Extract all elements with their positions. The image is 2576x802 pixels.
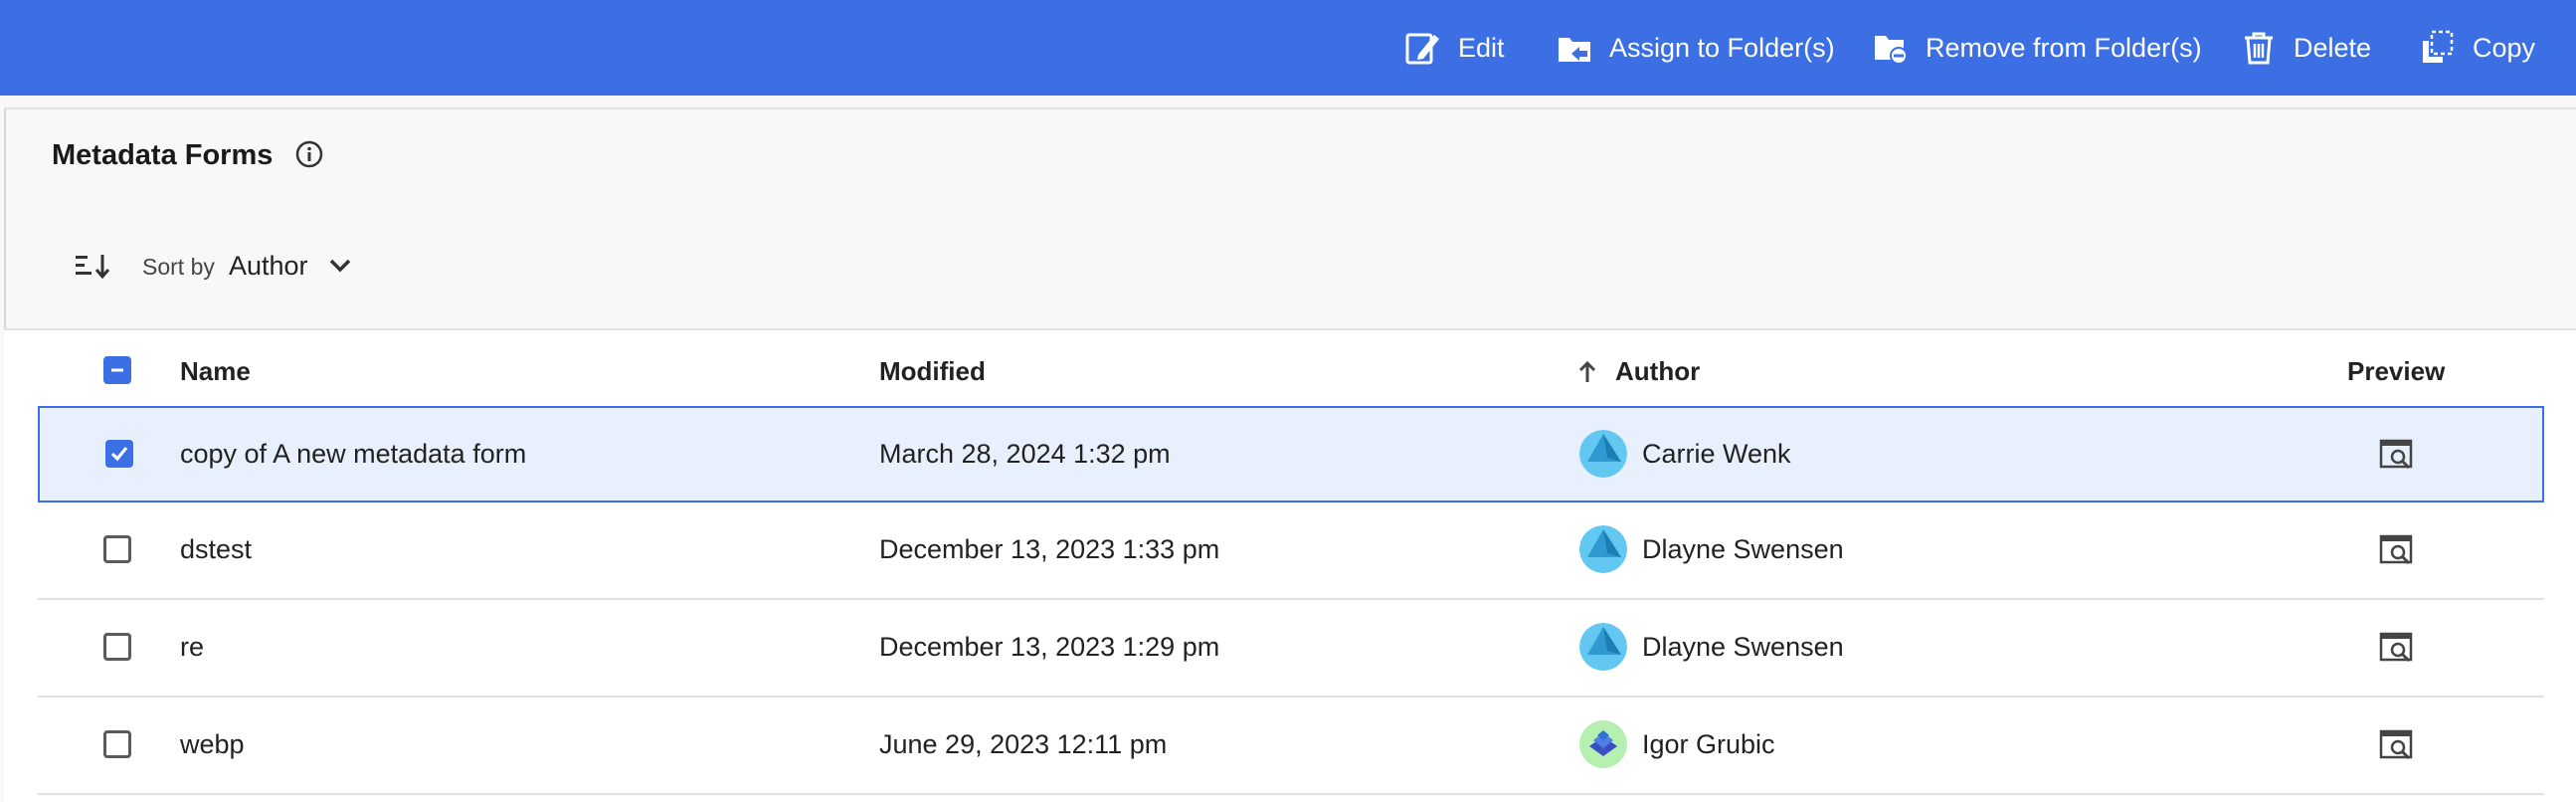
column-header-preview: Preview xyxy=(2347,356,2446,386)
column-header-name[interactable]: Name xyxy=(180,356,251,387)
folder-assign-icon xyxy=(1559,38,1590,62)
row-author: Carrie Wenk xyxy=(1642,439,1791,469)
copy-icon xyxy=(2423,30,2454,63)
row-checkbox[interactable] xyxy=(103,730,131,758)
row-author: Dlayne Swensen xyxy=(1642,534,1844,564)
row-name[interactable]: webp xyxy=(180,729,245,760)
row-checkbox[interactable] xyxy=(103,535,131,563)
column-header-modified[interactable]: Modified xyxy=(879,356,986,387)
partial-check-icon xyxy=(111,368,123,372)
table-row[interactable]: re December 13, 2023 1:29 pm Dlayne Swen… xyxy=(38,601,2544,698)
sort-icon[interactable] xyxy=(76,253,109,279)
page-title: Metadata Forms xyxy=(52,139,274,171)
table-header: Name Modified Author Preview xyxy=(4,330,2576,408)
sort-field-dropdown[interactable]: Author xyxy=(229,251,308,282)
chevron-down-icon[interactable] xyxy=(328,257,352,275)
remove-from-folder-label: Remove from Folder(s) xyxy=(1926,32,2202,63)
action-bar: Edit Assign to Folder(s) Remove from Fol… xyxy=(0,0,2576,96)
row-checkbox[interactable] xyxy=(105,440,133,468)
avatar xyxy=(1579,525,1627,573)
edit-button[interactable]: Edit xyxy=(1404,0,1505,96)
column-header-author[interactable]: Author xyxy=(1615,356,1700,387)
sort-by-label: Sort by xyxy=(142,254,215,280)
trash-icon xyxy=(2245,32,2273,65)
select-all-checkbox[interactable] xyxy=(103,356,131,384)
remove-from-folder-button[interactable]: Remove from Folder(s) xyxy=(1872,0,2202,96)
row-modified: December 13, 2023 1:29 pm xyxy=(879,632,1220,662)
row-author: Dlayne Swensen xyxy=(1642,632,1844,662)
row-name[interactable]: re xyxy=(180,632,204,663)
assign-to-folder-label: Assign to Folder(s) xyxy=(1609,32,1835,63)
avatar xyxy=(1579,430,1627,478)
assign-to-folder-button[interactable]: Assign to Folder(s) xyxy=(1556,0,1835,96)
copy-button[interactable]: Copy xyxy=(2419,0,2535,96)
row-checkbox[interactable] xyxy=(103,633,131,661)
folder-remove-icon xyxy=(1875,36,1908,65)
row-modified: December 13, 2023 1:33 pm xyxy=(879,534,1220,564)
row-name[interactable]: copy of A new metadata form xyxy=(180,439,526,470)
checkmark-icon xyxy=(110,446,128,462)
table-row[interactable]: copy of A new metadata form March 28, 20… xyxy=(38,406,2544,502)
avatar xyxy=(1579,623,1627,671)
avatar xyxy=(1579,720,1627,768)
row-modified: March 28, 2024 1:32 pm xyxy=(879,439,1171,469)
preview-icon[interactable] xyxy=(2379,631,2415,665)
row-author: Igor Grubic xyxy=(1642,729,1775,759)
edit-icon xyxy=(1405,33,1439,65)
table-row[interactable]: webp June 29, 2023 12:11 pm Igor Grubic xyxy=(38,699,2544,795)
copy-label: Copy xyxy=(2473,32,2536,63)
delete-button[interactable]: Delete xyxy=(2240,0,2371,96)
info-icon[interactable] xyxy=(294,139,324,169)
edit-label: Edit xyxy=(1458,32,1505,63)
table-row[interactable]: dstest December 13, 2023 1:33 pm Dlayne … xyxy=(38,503,2544,600)
preview-icon[interactable] xyxy=(2379,533,2415,567)
delete-label: Delete xyxy=(2294,32,2372,63)
row-modified: June 29, 2023 12:11 pm xyxy=(879,729,1168,759)
preview-icon[interactable] xyxy=(2379,728,2415,762)
row-name[interactable]: dstest xyxy=(180,534,252,565)
sort-ascending-icon[interactable] xyxy=(1577,360,1597,384)
preview-icon[interactable] xyxy=(2379,438,2415,472)
